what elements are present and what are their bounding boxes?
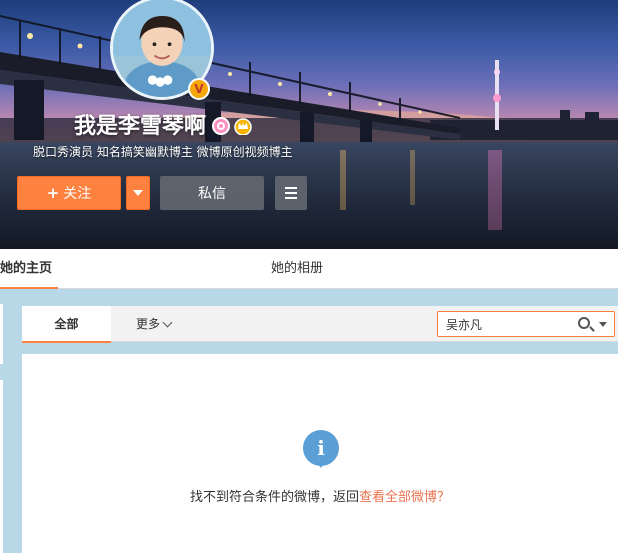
follow-dropdown-button[interactable] [126, 176, 150, 210]
feed-content: i 找不到符合条件的微博，返回查看全部微博？ [22, 354, 618, 553]
menu-icon [285, 187, 297, 189]
follow-button[interactable]: + 关注 [17, 176, 121, 210]
left-panel-edge [0, 304, 3, 364]
more-menu-button[interactable] [275, 176, 307, 210]
empty-state-message: 找不到符合条件的微博，返回查看全部微博？ [22, 486, 618, 505]
verified-badge-icon: V [188, 78, 210, 100]
profile-screen-name: 我是李雪琴啊 [74, 114, 207, 139]
empty-state-suffix: ？ [437, 490, 451, 505]
cover-banner: V 我是李雪琴啊 脱口秀演员 知名搞笑幽默博主 微博原创视频博主 + 关注 私信 [0, 0, 618, 249]
crown-icon[interactable] [233, 117, 253, 135]
tab-her-album[interactable]: 她的相册 [271, 249, 323, 289]
caret-down-icon[interactable] [599, 322, 607, 327]
feed-search-box [437, 311, 615, 337]
search-icon[interactable] [578, 317, 590, 329]
chevron-down-icon [162, 317, 173, 327]
follow-button-label: 关注 [63, 186, 92, 202]
plus-icon: + [46, 184, 60, 202]
message-button-label: 私信 [198, 186, 226, 202]
filter-all-tab[interactable]: 全部 [22, 306, 111, 343]
info-icon: i [303, 430, 339, 468]
left-panel-edge-lower [0, 380, 3, 553]
profile-description: 脱口秀演员 知名搞笑幽默博主 微博原创视频博主 [33, 145, 293, 159]
feed-filter-bar: 全部 更多 [22, 306, 618, 343]
filter-more-dropdown[interactable]: 更多 [136, 306, 173, 342]
feed-search-input[interactable] [446, 312, 566, 336]
profile-nav: 她的主页 她的相册 [0, 249, 618, 289]
view-all-weibo-link[interactable]: 查看全部微博 [359, 490, 437, 505]
empty-state-text: 找不到符合条件的微博，返回 [189, 490, 359, 505]
female-icon [212, 117, 230, 135]
tab-her-homepage[interactable]: 她的主页 [0, 249, 58, 289]
message-button[interactable]: 私信 [160, 176, 264, 210]
filter-more-label: 更多 [136, 317, 161, 331]
caret-down-icon [133, 190, 143, 196]
